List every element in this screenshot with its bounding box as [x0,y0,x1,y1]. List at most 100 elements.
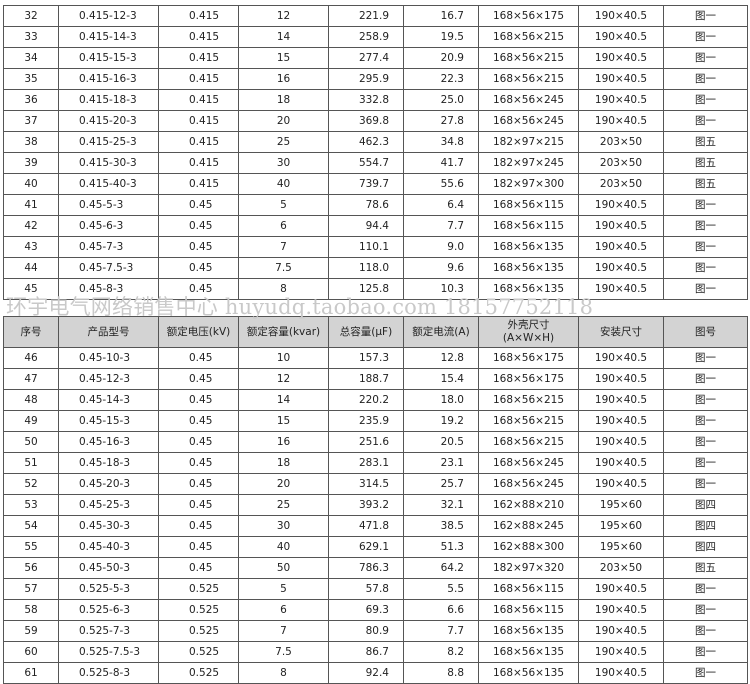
cell-figure: 图五 [663,557,748,579]
cell-case-size: 168×56×215 [478,47,579,69]
cell-total-capacitance: 188.7 [328,368,404,390]
cell-mount-size: 190×40.5 [578,5,664,27]
cell-figure: 图一 [663,368,748,390]
spec-table-top: 32 0.415-12-3 0.415 12 221.9 16.7 168×56×175 19… [3,5,748,300]
cell-case-size: 168×56×175 [478,347,579,369]
cell-capacity: 7 [238,620,329,642]
table-row: 52 0.45-20-3 0.45 20 314.5 25.7 168×56×245 190×… [3,473,748,495]
cell-total-capacitance: 462.3 [328,131,404,153]
cell-model: 0.45-30-3 [58,515,159,537]
cell-model: 0.525-7.5-3 [58,641,159,663]
cell-voltage: 0.525 [158,641,239,663]
cell-figure: 图一 [663,68,748,90]
cell-model: 0.45-5-3 [58,194,159,216]
cell-mount-size: 190×40.5 [578,215,664,237]
cell-mount-size: 190×40.5 [578,26,664,48]
cell-model: 0.415-20-3 [58,110,159,132]
cell-capacity: 14 [238,389,329,411]
cell-voltage: 0.45 [158,236,239,258]
header-total-capacitance: 总容量(μF) [328,316,404,348]
cell-capacity: 15 [238,47,329,69]
cell-case-size: 182×97×245 [478,152,579,174]
table-row: 61 0.525-8-3 0.525 8 92.4 8.8 168×56×135 190×40… [3,662,748,684]
cell-seq: 34 [3,47,59,69]
cell-voltage: 0.45 [158,452,239,474]
cell-figure: 图四 [663,494,748,516]
cell-voltage: 0.525 [158,599,239,621]
cell-case-size: 168×56×135 [478,257,579,279]
cell-figure: 图一 [663,257,748,279]
cell-capacity: 20 [238,110,329,132]
cell-capacity: 15 [238,410,329,432]
cell-mount-size: 203×50 [578,173,664,195]
cell-figure: 图一 [663,47,748,69]
cell-model: 0.415-14-3 [58,26,159,48]
cell-seq: 46 [3,347,59,369]
header-mount-size: 安装尺寸 [578,316,664,348]
cell-case-size: 168×56×115 [478,599,579,621]
cell-seq: 38 [3,131,59,153]
cell-current: 7.7 [403,620,479,642]
cell-figure: 图四 [663,515,748,537]
cell-total-capacitance: 125.8 [328,278,404,300]
cell-figure: 图一 [663,389,748,411]
cell-case-size: 168×56×135 [478,662,579,684]
cell-seq: 44 [3,257,59,279]
cell-case-size: 162×88×300 [478,536,579,558]
cell-model: 0.415-18-3 [58,89,159,111]
table-row: 44 0.45-7.5-3 0.45 7.5 118.0 9.6 168×56×135 190… [3,257,748,279]
cell-voltage: 0.415 [158,68,239,90]
cell-capacity: 16 [238,68,329,90]
table-row: 59 0.525-7-3 0.525 7 80.9 7.7 168×56×135 190×40… [3,620,748,642]
cell-voltage: 0.525 [158,620,239,642]
table-row: 47 0.45-12-3 0.45 12 188.7 15.4 168×56×175 190×… [3,368,748,390]
cell-capacity: 18 [238,452,329,474]
cell-current: 9.6 [403,257,479,279]
cell-capacity: 40 [238,173,329,195]
cell-total-capacitance: 332.8 [328,89,404,111]
cell-total-capacitance: 786.3 [328,557,404,579]
cell-mount-size: 190×40.5 [578,662,664,684]
cell-current: 22.3 [403,68,479,90]
cell-mount-size: 190×40.5 [578,47,664,69]
table-row: 58 0.525-6-3 0.525 6 69.3 6.6 168×56×115 190×40… [3,599,748,621]
cell-model: 0.45-40-3 [58,536,159,558]
cell-model: 0.45-16-3 [58,431,159,453]
cell-voltage: 0.525 [158,578,239,600]
cell-figure: 图一 [663,194,748,216]
cell-total-capacitance: 86.7 [328,641,404,663]
cell-capacity: 20 [238,473,329,495]
cell-voltage: 0.415 [158,47,239,69]
cell-current: 64.2 [403,557,479,579]
cell-mount-size: 203×50 [578,152,664,174]
cell-total-capacitance: 78.6 [328,194,404,216]
cell-seq: 40 [3,173,59,195]
cell-current: 16.7 [403,5,479,27]
cell-total-capacitance: 92.4 [328,662,404,684]
table-row: 36 0.415-18-3 0.415 18 332.8 25.0 168×56×245 19… [3,89,748,111]
header-current: 额定电流(A) [403,316,479,348]
table-row: 41 0.45-5-3 0.45 5 78.6 6.4 168×56×115 190×40.5… [3,194,748,216]
cell-current: 20.9 [403,47,479,69]
cell-capacity: 6 [238,599,329,621]
cell-capacity: 12 [238,368,329,390]
cell-figure: 图四 [663,536,748,558]
cell-seq: 32 [3,5,59,27]
table-row: 34 0.415-15-3 0.415 15 277.4 20.9 168×56×215 19… [3,47,748,69]
cell-voltage: 0.45 [158,557,239,579]
cell-mount-size: 190×40.5 [578,194,664,216]
cell-case-size: 162×88×245 [478,515,579,537]
cell-capacity: 30 [238,152,329,174]
cell-current: 9.0 [403,236,479,258]
cell-current: 23.1 [403,452,479,474]
cell-seq: 50 [3,431,59,453]
cell-voltage: 0.415 [158,173,239,195]
cell-model: 0.415-40-3 [58,173,159,195]
cell-capacity: 8 [238,662,329,684]
cell-figure: 图一 [663,89,748,111]
cell-current: 32.1 [403,494,479,516]
cell-seq: 61 [3,662,59,684]
cell-current: 25.7 [403,473,479,495]
cell-seq: 35 [3,68,59,90]
cell-voltage: 0.45 [158,410,239,432]
